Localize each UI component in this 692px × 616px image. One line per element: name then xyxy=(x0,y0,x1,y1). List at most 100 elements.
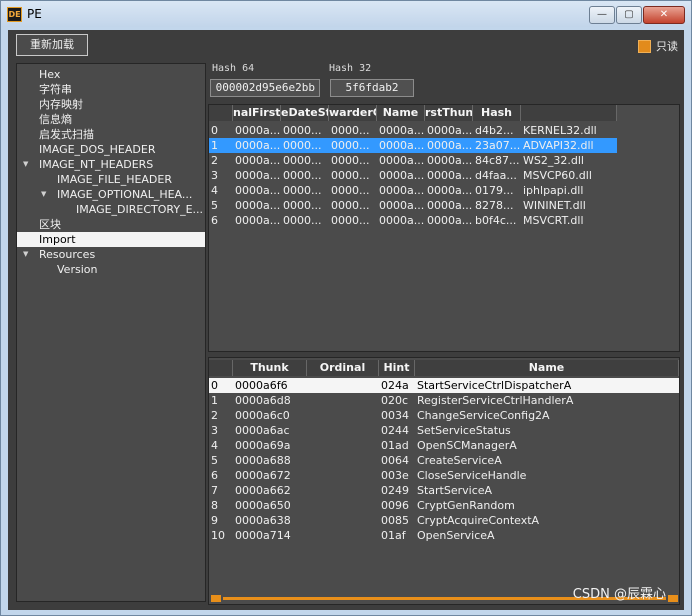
table-cell[interactable]: 0000a... xyxy=(233,153,281,168)
tree-item[interactable]: 字符串 xyxy=(17,82,205,97)
tree-item[interactable]: Version xyxy=(17,262,205,277)
table-cell[interactable]: CreateServiceA xyxy=(415,453,679,468)
table-cell[interactable]: 0000... xyxy=(281,153,329,168)
table-cell[interactable]: 5 xyxy=(209,198,233,213)
table-cell[interactable]: 0000a6ac xyxy=(233,423,307,438)
table-cell[interactable]: 0244 xyxy=(379,423,415,438)
table-cell[interactable]: 23a07... xyxy=(473,138,521,153)
table-cell[interactable]: iphlpapi.dll xyxy=(521,183,617,198)
table-cell[interactable]: WININET.dll xyxy=(521,198,617,213)
table-cell[interactable]: 0000a638 xyxy=(233,513,307,528)
table-cell[interactable]: 0000a... xyxy=(233,123,281,138)
table-cell[interactable]: 0000a... xyxy=(377,168,425,183)
column-header[interactable] xyxy=(209,105,233,121)
scroll-right-icon[interactable] xyxy=(668,595,678,602)
expand-caret-icon[interactable]: ▼ xyxy=(41,187,46,202)
table-cell[interactable]: 0000... xyxy=(281,198,329,213)
table-cell[interactable]: 0096 xyxy=(379,498,415,513)
table-cell[interactable] xyxy=(307,483,379,498)
tree-item[interactable]: IMAGE_DOS_HEADER xyxy=(17,142,205,157)
table-cell[interactable] xyxy=(307,468,379,483)
table-cell[interactable]: 0000a... xyxy=(233,183,281,198)
table-cell[interactable]: CryptGenRandom xyxy=(415,498,679,513)
table-cell[interactable]: 0249 xyxy=(379,483,415,498)
table-cell[interactable]: 1 xyxy=(209,393,233,408)
table-cell[interactable]: 0000... xyxy=(281,138,329,153)
table-cell[interactable]: 0 xyxy=(209,123,233,138)
column-header[interactable]: rstThun xyxy=(425,105,473,121)
table-cell[interactable]: ADVAPI32.dll xyxy=(521,138,617,153)
table-cell[interactable]: 0000a... xyxy=(425,213,473,228)
table-cell[interactable]: 0000a... xyxy=(233,198,281,213)
table-cell[interactable]: 0000a688 xyxy=(233,453,307,468)
table-cell[interactable]: 0000a6c0 xyxy=(233,408,307,423)
table-cell[interactable]: 0000a... xyxy=(377,213,425,228)
readonly-toggle[interactable]: 只读 xyxy=(638,38,678,54)
table-cell[interactable]: 003e xyxy=(379,468,415,483)
table-cell[interactable]: MSVCP60.dll xyxy=(521,168,617,183)
table-cell[interactable]: 0000... xyxy=(281,213,329,228)
table-cell[interactable]: b0f4c... xyxy=(473,213,521,228)
column-header[interactable]: Thunk xyxy=(233,360,307,376)
table-cell[interactable]: 0000... xyxy=(329,183,377,198)
table-cell[interactable] xyxy=(307,453,379,468)
table-cell[interactable]: 8278... xyxy=(473,198,521,213)
column-header[interactable]: Hint xyxy=(379,360,415,376)
expand-caret-icon[interactable]: ▼ xyxy=(23,247,28,262)
tree-item[interactable]: 启发式扫描 xyxy=(17,127,205,142)
table-cell[interactable]: 0000a... xyxy=(377,138,425,153)
table-cell[interactable]: 0000a... xyxy=(377,198,425,213)
table-cell[interactable]: 2 xyxy=(209,408,233,423)
hash32-field[interactable]: 5f6fdab2 xyxy=(330,79,414,97)
table-cell[interactable]: StartServiceA xyxy=(415,483,679,498)
table-cell[interactable] xyxy=(307,378,379,393)
table-cell[interactable]: d4b2... xyxy=(473,123,521,138)
table-cell[interactable]: 0000a... xyxy=(233,138,281,153)
column-header[interactable] xyxy=(209,360,233,376)
table-cell[interactable]: 0064 xyxy=(379,453,415,468)
tree-item[interactable]: IMAGE_DIRECTORY_E... xyxy=(17,202,205,217)
table-cell[interactable]: 6 xyxy=(209,213,233,228)
table-cell[interactable]: 0000a6d8 xyxy=(233,393,307,408)
table-cell[interactable]: 0000a... xyxy=(233,168,281,183)
tree-item[interactable]: Hex xyxy=(17,67,205,82)
table-cell[interactable]: 8 xyxy=(209,498,233,513)
table-cell[interactable]: KERNEL32.dll xyxy=(521,123,617,138)
tree-item[interactable]: ▼ IMAGE_OPTIONAL_HEA... xyxy=(17,187,205,202)
table-cell[interactable]: 5 xyxy=(209,453,233,468)
table-cell[interactable] xyxy=(307,513,379,528)
table-cell[interactable]: 0000... xyxy=(329,123,377,138)
table-cell[interactable]: CloseServiceHandle xyxy=(415,468,679,483)
table-cell[interactable]: 0000a... xyxy=(425,123,473,138)
table-cell[interactable]: 3 xyxy=(209,168,233,183)
column-header[interactable]: eDateSt xyxy=(281,105,329,121)
table-cell[interactable]: 0000a... xyxy=(425,183,473,198)
reload-button[interactable]: 重新加载 xyxy=(16,34,88,56)
table-cell[interactable]: SetServiceStatus xyxy=(415,423,679,438)
table-cell[interactable]: 0000... xyxy=(329,153,377,168)
table-cell[interactable]: 0000a... xyxy=(377,153,425,168)
table-cell[interactable] xyxy=(307,423,379,438)
table-cell[interactable]: RegisterServiceCtrlHandlerA xyxy=(415,393,679,408)
table-cell[interactable]: OpenServiceA xyxy=(415,528,679,543)
table-cell[interactable]: WS2_32.dll xyxy=(521,153,617,168)
table-cell[interactable]: 0000... xyxy=(329,168,377,183)
table-cell[interactable]: 0085 xyxy=(379,513,415,528)
table-cell[interactable]: 0 xyxy=(209,378,233,393)
column-header[interactable]: Name xyxy=(415,360,679,376)
table-cell[interactable]: 024a xyxy=(379,378,415,393)
table-cell[interactable]: 0034 xyxy=(379,408,415,423)
column-header[interactable]: Name xyxy=(377,105,425,121)
tree-item[interactable]: Import xyxy=(17,232,205,247)
table-cell[interactable]: 0000a... xyxy=(425,198,473,213)
close-button[interactable]: ✕ xyxy=(643,6,685,24)
import-table[interactable]: nalFirstTeDateStwarderCNamerstThunHash00… xyxy=(208,104,680,352)
hash64-field[interactable]: 000002d95e6e2bb xyxy=(210,79,320,97)
table-cell[interactable]: 0000... xyxy=(281,168,329,183)
table-cell[interactable]: 4 xyxy=(209,183,233,198)
table-cell[interactable]: 0000a650 xyxy=(233,498,307,513)
table-cell[interactable]: 01af xyxy=(379,528,415,543)
table-cell[interactable]: 0000a... xyxy=(425,138,473,153)
readonly-checkbox[interactable] xyxy=(638,39,651,53)
table-cell[interactable]: 0000a... xyxy=(377,183,425,198)
